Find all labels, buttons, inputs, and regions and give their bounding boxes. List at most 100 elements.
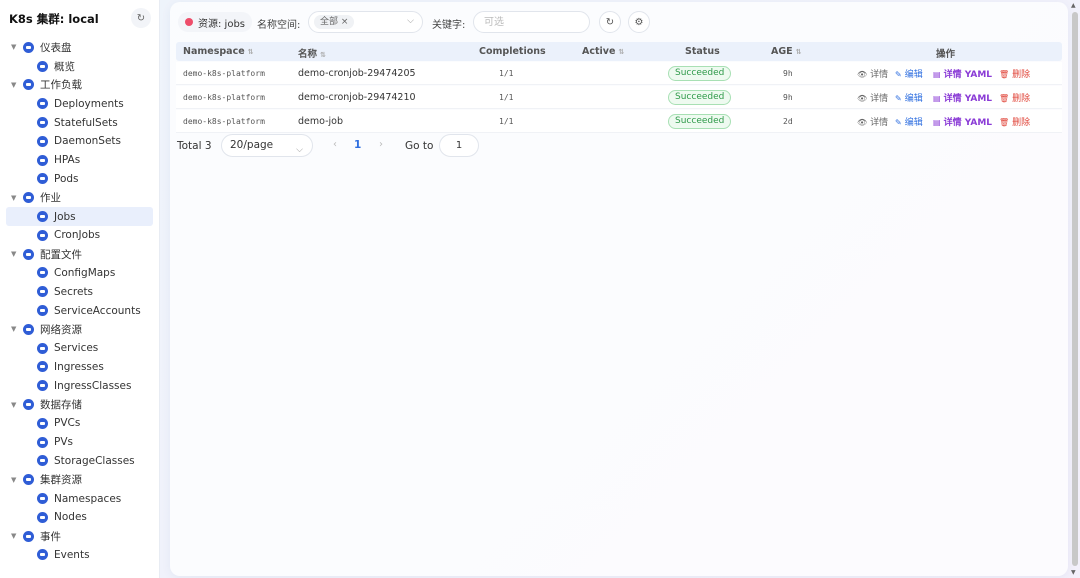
sidebar-item-label: 概览 [54,60,75,73]
sidebar-item-label: Namespaces [54,492,122,505]
sidebar-item[interactable]: Pods [0,170,159,189]
sidebar-item[interactable]: ServiceAccounts [0,301,159,320]
item-icon [37,342,48,354]
sidebar-item-label: IngressClasses [54,379,132,392]
sidebar-item[interactable]: CronJobs [0,226,159,245]
edit-button[interactable]: ✎ 编辑 [895,67,923,80]
sidebar-item[interactable]: Deployments [0,94,159,113]
sidebar-item-label: Deployments [54,97,124,110]
settings-icon[interactable]: ⚙ [628,11,650,33]
edit-button[interactable]: ✎ 编辑 [895,91,923,104]
delete-button[interactable]: 🗑 删除 [999,91,1030,104]
sidebar-item[interactable]: PVCs [0,414,159,433]
sidebar-item-label: CronJobs [54,229,101,242]
prev-page-icon[interactable]: ‹ [333,139,337,150]
sidebar-item[interactable]: ConfigMaps [0,264,159,283]
table-row: demo-k8s-platform demo-cronjob-29474205 1/… [176,62,1062,85]
sidebar-item[interactable]: StatefulSets [0,113,159,132]
goto-input[interactable] [439,134,479,157]
sidebar-item[interactable]: HPAs [0,151,159,170]
yaml-button[interactable]: ▤ 详情 YAML [933,67,992,80]
delete-button[interactable]: 🗑 删除 [999,115,1030,128]
refresh-icon[interactable]: ↻ [131,8,151,28]
trash-icon: 🗑 [999,94,1010,103]
view-button[interactable]: 👁 详情 [857,67,888,80]
sidebar-group-label: 事件 [40,530,61,543]
sidebar-item-label: Ingresses [54,360,104,373]
col-active[interactable]: Active ⇅ [582,46,624,57]
keyword-input[interactable] [473,11,590,33]
sidebar-item[interactable]: Jobs [6,207,153,226]
sidebar-group-label: 作业 [40,192,61,205]
sidebar-item-label: Services [54,342,99,355]
item-icon [37,267,48,279]
sidebar-item[interactable]: Namespaces [0,489,159,508]
sidebar-group[interactable]: ▼ 仪表盘 [0,38,159,57]
sidebar-item[interactable]: DaemonSets [0,132,159,151]
col-name[interactable]: 名称 ⇅ [298,46,326,60]
table-row: demo-k8s-platform demo-cronjob-29474210 1/… [176,86,1062,109]
namespace-chip[interactable]: 全部 × [314,15,355,29]
sidebar-item[interactable]: PVs [0,433,159,452]
scroll-thumb[interactable] [1072,12,1078,566]
next-page-icon[interactable]: › [379,139,383,150]
sidebar-group[interactable]: ▼ 集群资源 [0,470,159,489]
caret-down-icon: ▼ [11,80,17,89]
item-icon [37,154,48,166]
sidebar-group[interactable]: ▼ 工作负载 [0,76,159,95]
view-button[interactable]: 👁 详情 [857,91,888,104]
pencil-icon: ✎ [895,94,902,103]
row-name[interactable]: demo-job [298,116,343,127]
sidebar-item[interactable]: Services [0,339,159,358]
row-name[interactable]: demo-cronjob-29474210 [298,92,416,103]
row-name[interactable]: demo-cronjob-29474205 [298,68,416,79]
yaml-button[interactable]: ▤ 详情 YAML [933,115,992,128]
item-icon [37,549,48,561]
sidebar-item-label: ServiceAccounts [54,304,141,317]
reload-icon[interactable]: ↻ [599,11,621,33]
delete-button[interactable]: 🗑 删除 [999,67,1030,80]
sidebar-group-label: 配置文件 [40,248,82,261]
caret-down-icon: ▼ [11,400,17,409]
sidebar-group[interactable]: ▼ 数据存储 [0,395,159,414]
page-size-select[interactable]: 20/page ⌵ [221,134,313,157]
sidebar-group[interactable]: ▼ 事件 [0,527,159,546]
edit-button[interactable]: ✎ 编辑 [895,115,923,128]
sidebar-item[interactable]: Events [0,546,159,565]
sidebar-group[interactable]: ▼ 配置文件 [0,245,159,264]
sidebar-item[interactable]: StorageClasses [0,452,159,471]
scrollbar[interactable]: ▲ ▼ [1071,2,1079,576]
sidebar-item-label: StatefulSets [54,116,118,129]
sidebar-group[interactable]: ▼ 网络资源 [0,320,159,339]
group-icon [23,474,34,486]
sidebar-item[interactable]: Nodes [0,508,159,527]
col-namespace[interactable]: Namespace ⇅ [183,46,254,57]
sidebar-group[interactable]: ▼ 作业 [0,188,159,207]
resource-tag: 资源: jobs [178,12,253,32]
namespace-select[interactable]: 全部 × ⌵ [308,11,423,33]
group-icon [23,530,34,542]
item-icon [37,417,48,429]
sidebar-item-label: Events [54,548,90,561]
col-actions: 操作 [936,49,956,60]
caret-down-icon: ▼ [11,250,17,259]
sidebar-menu: ▼ 仪表盘概览 ▼ 工作负载 Deployments StatefulSets Daemon… [0,38,159,564]
caret-down-icon: ▼ [11,43,17,52]
yaml-button[interactable]: ▤ 详情 YAML [933,91,992,104]
scroll-down-icon[interactable]: ▼ [1071,569,1076,576]
page-number[interactable]: 1 [354,139,361,151]
sidebar-item[interactable]: Ingresses [0,358,159,377]
col-age[interactable]: AGE ⇅ [771,46,802,57]
status-badge: Succeeded [668,90,732,105]
pencil-icon: ✎ [895,118,902,127]
view-button[interactable]: 👁 详情 [857,115,888,128]
scroll-up-icon[interactable]: ▲ [1071,2,1076,9]
item-icon [37,211,48,223]
col-completions: Completions [479,46,546,57]
sidebar-item[interactable]: Secrets [0,282,159,301]
sidebar-item[interactable]: IngressClasses [0,376,159,395]
sidebar-item-label: Secrets [54,285,94,298]
sidebar-item-label: Nodes [54,511,87,524]
sidebar-item[interactable]: 概览 [0,57,159,76]
trash-icon: 🗑 [999,70,1010,79]
